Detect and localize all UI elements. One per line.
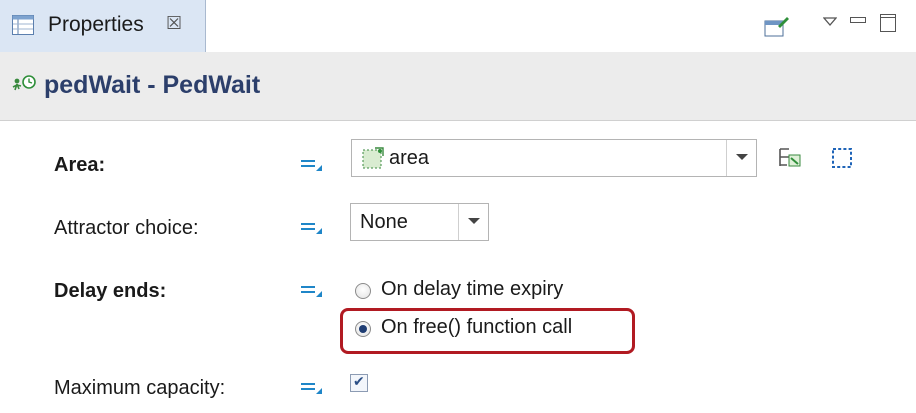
capacity-checkbox[interactable]: ✔ <box>350 374 368 392</box>
area-value: area <box>389 147 430 169</box>
area-region-icon[interactable] <box>831 147 853 169</box>
view-menu-icon[interactable] <box>823 17 837 27</box>
attractor-select[interactable]: None <box>350 203 489 241</box>
page-title: pedWait - PedWait <box>44 71 261 99</box>
tab-label: Properties <box>48 13 144 36</box>
equals-icon[interactable] <box>301 284 323 298</box>
equals-icon[interactable] <box>301 381 323 395</box>
close-icon[interactable]: ☒ <box>166 13 182 34</box>
minimize-icon[interactable] <box>850 17 866 23</box>
attractor-value: None <box>360 211 408 233</box>
agent-wait-icon <box>12 75 36 91</box>
area-shape-icon <box>362 147 384 169</box>
radio-delay-expiry[interactable] <box>355 283 371 299</box>
properties-header: pedWait - PedWait <box>0 52 916 121</box>
maximize-icon[interactable] <box>880 14 896 32</box>
chevron-down-icon[interactable] <box>726 140 756 176</box>
check-icon: ✔ <box>353 374 365 390</box>
chevron-down-icon[interactable] <box>458 204 488 240</box>
view-tab-bar: Properties ☒ <box>0 0 916 53</box>
delay-option-expiry[interactable]: On delay time expiry <box>381 278 563 301</box>
equals-icon[interactable] <box>301 158 323 172</box>
tab-properties[interactable]: Properties ☒ <box>0 0 206 52</box>
area-label: Area: <box>54 154 106 176</box>
attractor-label: Attractor choice: <box>54 217 199 239</box>
highlight-annotation <box>340 308 635 354</box>
delay-label: Delay ends: <box>54 280 167 302</box>
properties-tab-icon <box>12 15 34 35</box>
area-combo[interactable]: area <box>351 139 757 177</box>
select-area-icon[interactable] <box>777 146 803 170</box>
equals-icon[interactable] <box>301 221 323 235</box>
new-view-icon[interactable] <box>764 16 790 38</box>
capacity-label: Maximum capacity: <box>54 377 226 399</box>
